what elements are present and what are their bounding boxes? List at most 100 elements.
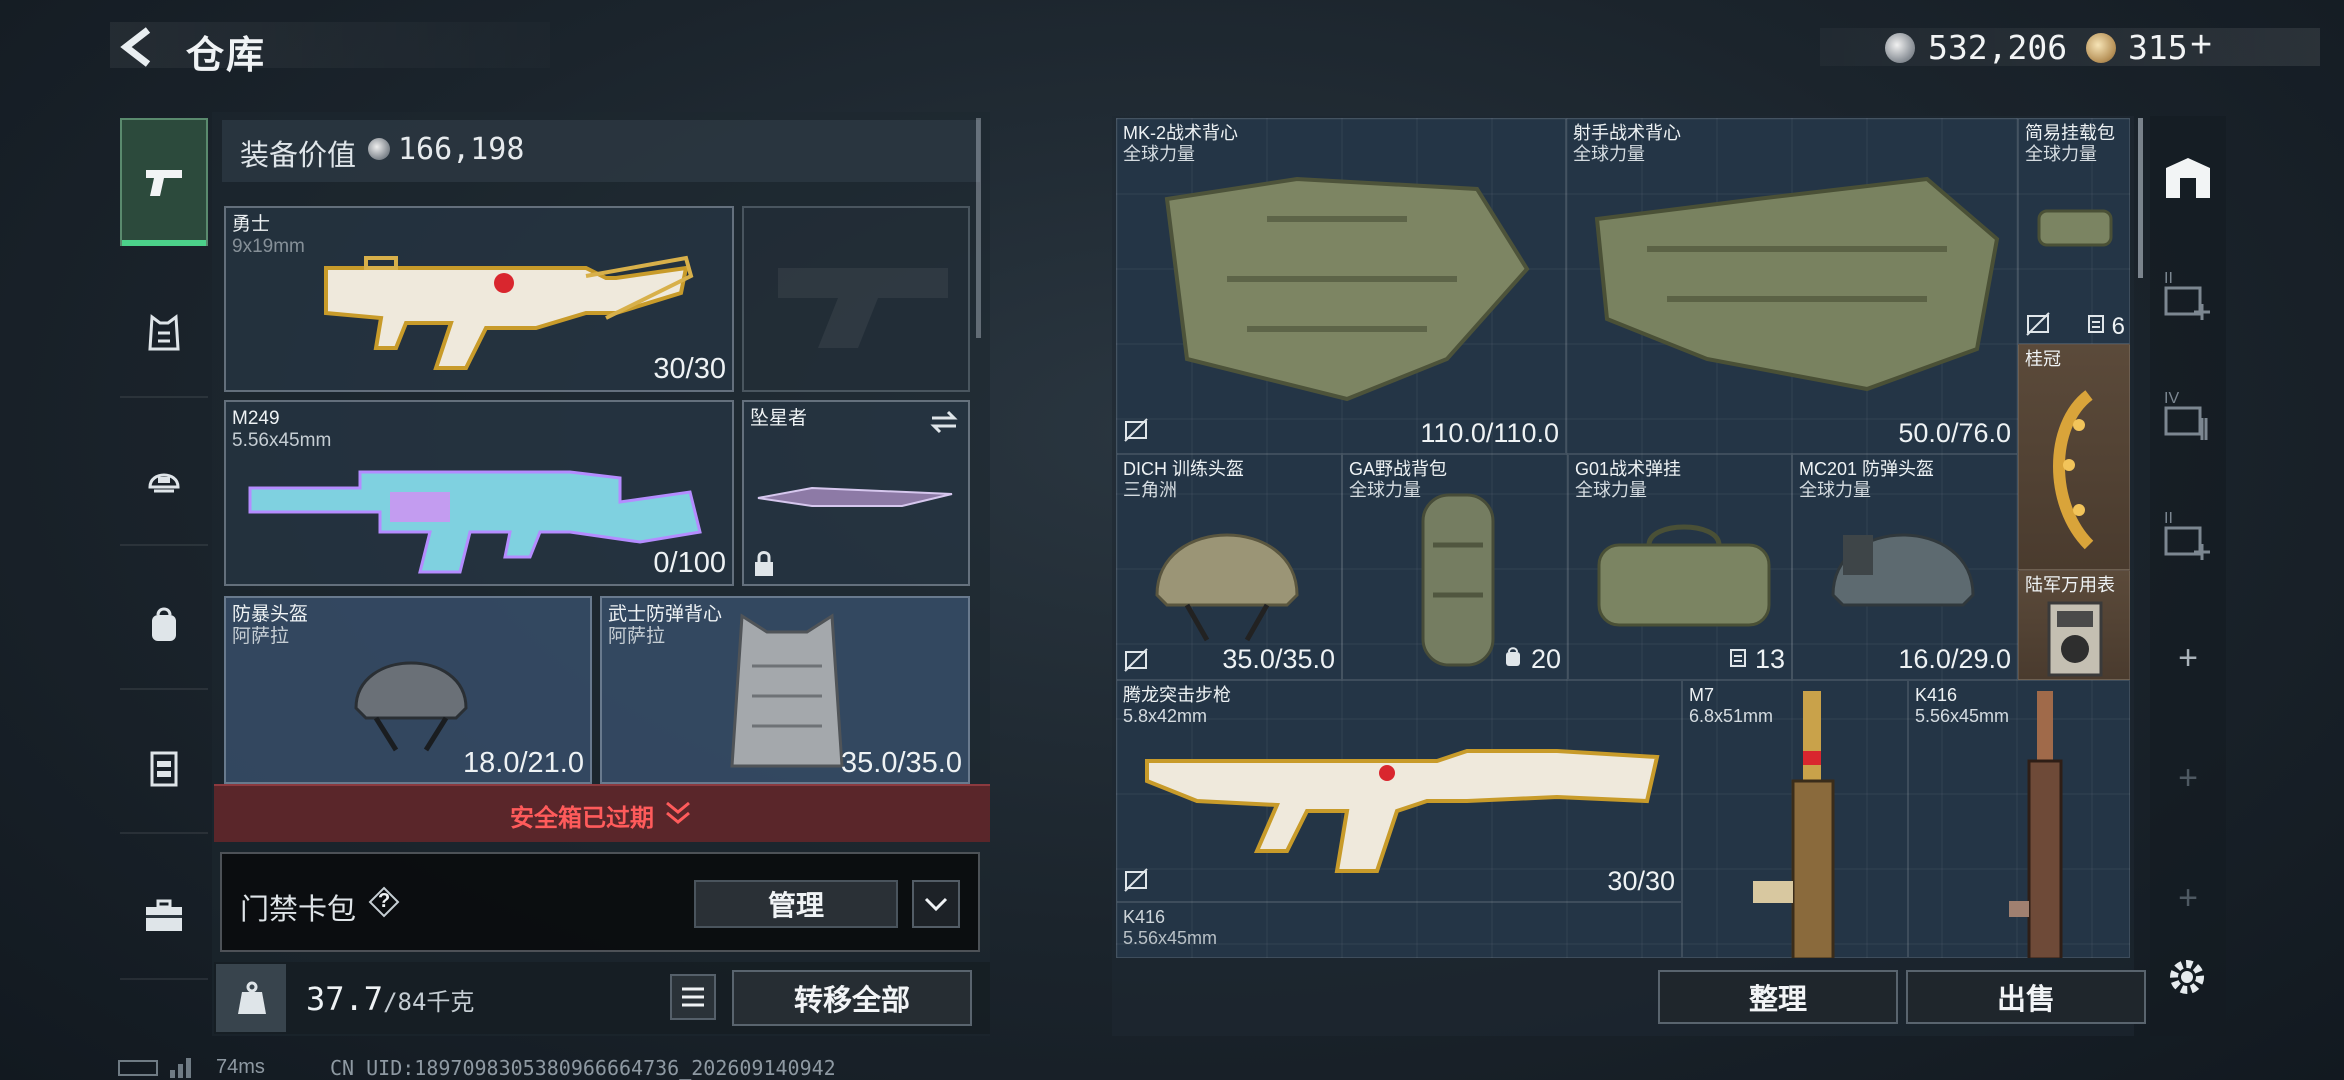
armor-vest-image: [730, 613, 844, 768]
rifle-image: [1145, 749, 1660, 873]
slot-count: 20: [1503, 644, 1561, 675]
list-view-button[interactable]: [670, 974, 716, 1020]
settings-gear-icon[interactable]: [2164, 954, 2210, 1005]
add-storage-button[interactable]: +: [2156, 868, 2220, 928]
storage-item[interactable]: DICH 训练头盔 三角洲 35.0/35.0: [1116, 454, 1342, 680]
secondary-ammo-count: 0/100: [653, 547, 726, 579]
nav-case[interactable]: [120, 852, 208, 980]
slot-count: 6: [2087, 313, 2125, 341]
player-uid: CN UID:1897098305380966664736_2026091409…: [330, 1056, 836, 1080]
storage-tab-expand-3[interactable]: II: [2156, 508, 2220, 568]
armor-slot[interactable]: 武士防弹背心 阿萨拉 35.0/35.0: [600, 596, 970, 784]
no-insure-icon: [1124, 418, 1148, 442]
manage-button[interactable]: 管理: [694, 880, 898, 928]
slot-count: 13: [1729, 644, 1785, 675]
nav-backpack[interactable]: [120, 562, 208, 690]
gold-coin-icon: [2086, 33, 2116, 63]
sell-button[interactable]: 出售: [1906, 970, 2146, 1024]
storage-tab-main[interactable]: [2156, 148, 2220, 208]
battery-icon: [118, 1060, 158, 1076]
storage-tab-expand-2[interactable]: IV: [2156, 388, 2220, 448]
helmet-image: [354, 661, 468, 752]
knife-image: [757, 486, 953, 507]
add-storage-button[interactable]: +: [2156, 748, 2220, 808]
pouch-image: [2037, 209, 2113, 247]
sort-button[interactable]: 整理: [1658, 970, 1898, 1024]
chest-rig-icon: [150, 751, 178, 787]
pistol-icon: [146, 170, 182, 196]
equipment-value-label: 装备价值: [240, 140, 357, 172]
laurel-crown-image: [2053, 390, 2094, 550]
armor-name: 武士防弹背心: [608, 604, 723, 625]
storage-item[interactable]: K416 5.56x45mm: [1116, 902, 1682, 958]
no-insure-icon: [2026, 312, 2050, 336]
helmet-image: [1155, 533, 1299, 642]
storage-tab-expand-1[interactable]: II: [2156, 268, 2220, 328]
primary-weapon-slot[interactable]: 勇士 9x19mm 30/30: [224, 206, 734, 392]
vest-image: [1164, 176, 1530, 402]
storage-item[interactable]: K416 5.56x45mm: [1908, 680, 2130, 958]
storage-item[interactable]: M7 6.8x51mm: [1682, 680, 1908, 958]
storage-item[interactable]: MC201 防弹头盔 全球力量 16.0/29.0: [1792, 454, 2018, 680]
primary-ammo-count: 30/30: [653, 353, 726, 385]
storage-grid: MK-2战术背心 全球力量 110.0/110.0 射手战术背心 全球力量 50…: [1116, 118, 2130, 958]
smg-image: [324, 255, 694, 370]
lock-icon: [755, 551, 773, 576]
safe-box-status: 安全箱已过期: [510, 805, 654, 832]
add-storage-button[interactable]: +: [2156, 628, 2220, 688]
backpack-icon: [152, 607, 176, 641]
list-icon: [682, 987, 704, 1007]
weight-icon: [238, 981, 266, 1014]
helmet-slot[interactable]: 防暴头盔 阿萨拉 18.0/21.0: [224, 596, 592, 784]
weight-value: 37.7/84千克: [306, 980, 475, 1018]
no-insure-icon: [1124, 648, 1148, 672]
silver-coin-icon: [1885, 33, 1915, 63]
no-insure-icon: [1124, 868, 1148, 892]
storage-item[interactable]: 桂冠: [2018, 344, 2130, 570]
helmet-name: 防暴头盔: [232, 604, 309, 625]
vest-image: [1594, 176, 2000, 392]
armor-durability: 35.0/35.0: [841, 747, 962, 779]
storage-item[interactable]: 简易挂载包 全球力量 6: [2018, 118, 2130, 344]
nav-weapons[interactable]: [120, 118, 208, 246]
secondary-weapon-name: M249: [232, 408, 280, 429]
pistol-silhouette-icon: [778, 268, 948, 348]
nav-rig[interactable]: [120, 706, 208, 834]
storage-scrollbar[interactable]: [2138, 118, 2143, 278]
backpack-slot-icon: [1506, 647, 1521, 666]
rifle-vertical-image: [2009, 691, 2063, 958]
secondary-weapon-slot[interactable]: M249 5.56x45mm 0/100: [224, 400, 734, 586]
loadout-scrollbar[interactable]: [976, 118, 981, 338]
chevron-down-icon: [924, 897, 948, 912]
transfer-all-button[interactable]: 转移全部: [732, 970, 972, 1026]
storage-item[interactable]: 腾龙突击步枪 5.8x42mm 30/30: [1116, 680, 1682, 902]
add-currency-button[interactable]: +: [2190, 24, 2212, 67]
nav-armor[interactable]: [120, 270, 208, 398]
help-icon[interactable]: ?: [368, 886, 400, 918]
helmet-image: [1831, 533, 1975, 607]
vest-icon: [148, 314, 180, 351]
ping-value: 74ms: [216, 1056, 265, 1078]
nav-helmet[interactable]: [120, 418, 208, 546]
chevron-down-icon: [666, 801, 690, 824]
keycard-dropdown-button[interactable]: [912, 880, 960, 928]
swap-icon[interactable]: [928, 408, 960, 436]
gold-balance: 315: [2128, 28, 2188, 67]
signal-icon: [170, 1058, 191, 1078]
back-arrow-icon[interactable]: [118, 26, 158, 68]
sidearm-slot[interactable]: [742, 206, 970, 392]
help-symbol: ?: [378, 890, 391, 912]
storage-item[interactable]: 陆军万用表: [2018, 570, 2130, 680]
storage-item[interactable]: MK-2战术背心 全球力量 110.0/110.0: [1116, 118, 1566, 454]
storage-item[interactable]: G01战术弹挂 全球力量 13: [1568, 454, 1792, 680]
silver-balance: 532,206: [1928, 28, 2068, 67]
lmg-image: [248, 470, 702, 574]
melee-slot[interactable]: 坠星者: [742, 400, 970, 586]
helmet-origin: 阿萨拉: [232, 626, 290, 647]
armor-origin: 阿萨拉: [608, 626, 666, 647]
duffel-bag-image: [1597, 524, 1771, 627]
storage-item[interactable]: GA野战背包 全球力量 20: [1342, 454, 1568, 680]
rig-slot-icon: [1730, 649, 1747, 667]
melee-name: 坠星者: [750, 408, 808, 429]
storage-item[interactable]: 射手战术背心 全球力量 50.0/76.0: [1566, 118, 2018, 454]
